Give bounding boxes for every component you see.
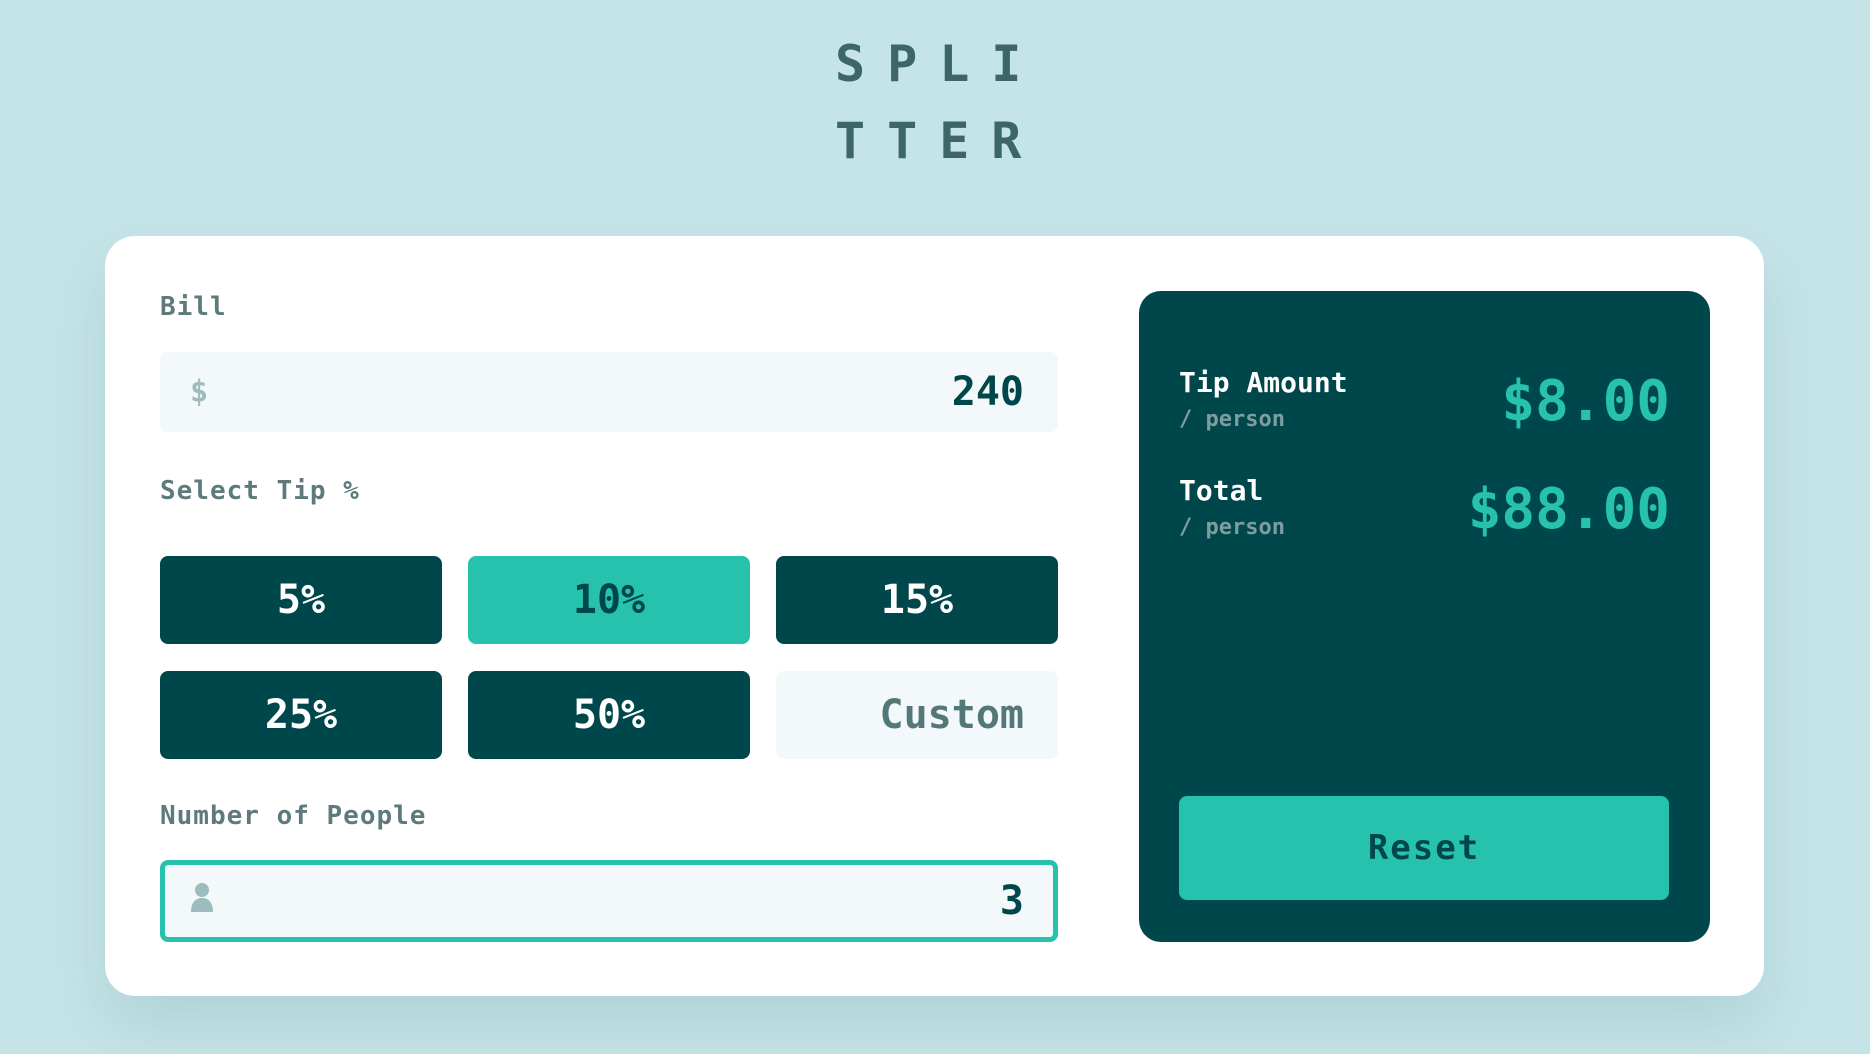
custom-tip-input[interactable]: Custom <box>776 671 1058 759</box>
tip-25-button[interactable]: 25% <box>160 671 442 759</box>
reset-button[interactable]: Reset <box>1179 796 1669 900</box>
people-label: Number of People <box>160 801 427 831</box>
tip-amount-value: $8.00 <box>1501 369 1670 434</box>
tip-15-button[interactable]: 15% <box>776 556 1058 644</box>
logo-line-1: SPLI <box>835 35 1044 93</box>
app-logo: SPLI TTER <box>835 26 1045 180</box>
bill-label: Bill <box>160 292 227 322</box>
tip-10-button[interactable]: 10% <box>468 556 750 644</box>
bill-value: 240 <box>951 369 1024 415</box>
people-input[interactable]: 3 <box>160 860 1058 942</box>
dollar-icon: $ <box>190 374 209 410</box>
logo-line-2: TTER <box>835 112 1044 170</box>
bill-input[interactable]: $ 240 <box>160 352 1058 432</box>
tip-amount-title: Tip Amount <box>1179 366 1348 399</box>
total-sub: / person <box>1179 515 1285 540</box>
select-tip-label: Select Tip % <box>160 476 360 506</box>
results-panel: Tip Amount / person $8.00 Total / person… <box>1139 291 1710 942</box>
total-value: $88.00 <box>1467 477 1670 542</box>
person-icon <box>190 882 214 920</box>
people-value: 3 <box>999 878 1024 924</box>
tip-50-button[interactable]: 50% <box>468 671 750 759</box>
tip-amount-sub: / person <box>1179 407 1285 432</box>
tip-5-button[interactable]: 5% <box>160 556 442 644</box>
total-title: Total <box>1179 474 1264 507</box>
